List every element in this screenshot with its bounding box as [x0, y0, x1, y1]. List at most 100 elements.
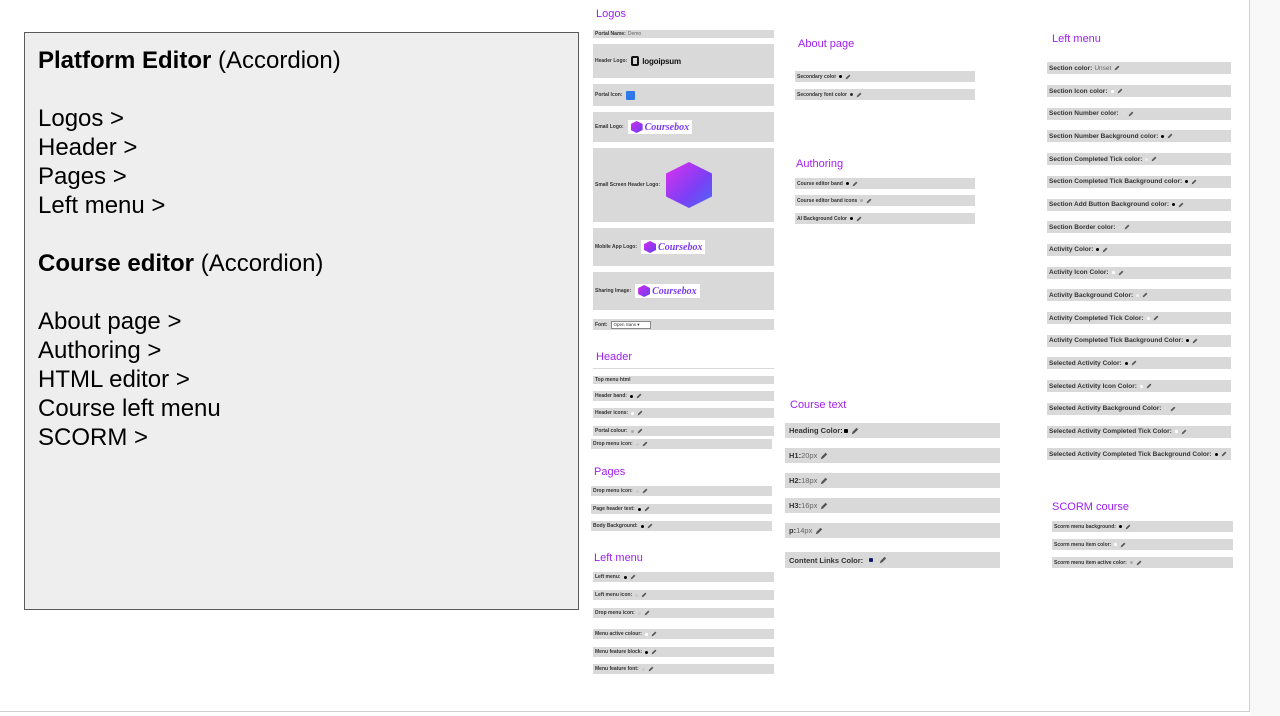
color-swatch[interactable] — [1136, 293, 1140, 297]
pencil-icon[interactable] — [641, 592, 647, 598]
pencil-icon[interactable] — [866, 198, 872, 204]
pencil-icon[interactable] — [648, 666, 654, 672]
color-swatch[interactable] — [1146, 316, 1150, 320]
left-menu-icon-field[interactable]: Left menu icon: — [593, 590, 774, 600]
pencil-icon[interactable] — [630, 574, 636, 580]
pencil-icon[interactable] — [1170, 406, 1176, 412]
pencil-icon[interactable] — [820, 477, 828, 485]
pencil-icon[interactable] — [1120, 542, 1126, 548]
course-editor-band-icons-field[interactable]: Course editor band icons — [795, 195, 975, 206]
pencil-icon[interactable] — [1181, 429, 1187, 435]
outline-item-scorm[interactable]: SCORM > — [38, 423, 148, 452]
h3-size-field[interactable]: H3: 16px — [785, 498, 1000, 513]
course-left-menu-field[interactable]: Selected Activity Background Color: — [1047, 402, 1231, 415]
color-swatch[interactable] — [1185, 180, 1189, 184]
pencil-icon[interactable] — [1124, 224, 1130, 230]
course-left-menu-field[interactable]: Section Number color: — [1047, 107, 1231, 120]
pencil-icon[interactable] — [820, 452, 828, 460]
outline-item-authoring[interactable]: Authoring > — [38, 336, 161, 365]
pencil-icon[interactable] — [820, 502, 828, 510]
pencil-icon[interactable] — [637, 410, 643, 416]
course-left-menu-field[interactable]: Selected Activity Completed Tick Backgro… — [1047, 448, 1231, 461]
pencil-icon[interactable] — [815, 527, 823, 535]
pencil-icon[interactable] — [1118, 270, 1124, 276]
course-left-menu-field[interactable]: Selected Activity Completed Tick Color: — [1047, 425, 1231, 438]
color-swatch[interactable] — [1145, 157, 1149, 161]
outline-item-pages[interactable]: Pages > — [38, 162, 127, 191]
pencil-icon[interactable] — [879, 556, 887, 564]
body-background-field[interactable]: Body Background: — [591, 521, 772, 531]
course-left-menu-field[interactable]: Section Border color: — [1047, 221, 1231, 234]
pencil-icon[interactable] — [637, 428, 643, 434]
pencil-icon[interactable] — [644, 610, 650, 616]
left-menu-drop-icon-field[interactable]: Drop menu icon: — [593, 608, 774, 618]
outline-item-header[interactable]: Header > — [38, 133, 137, 162]
pencil-icon[interactable] — [852, 181, 858, 187]
header-logo-field[interactable]: Header Logo: logoipsum — [593, 44, 774, 78]
pencil-icon[interactable] — [1142, 292, 1148, 298]
secondary-color-field[interactable]: Secondary color — [795, 71, 975, 82]
font-select[interactable]: Open Sans ▾ — [610, 320, 651, 329]
course-left-menu-field[interactable]: Selected Activity Color: — [1047, 357, 1231, 370]
pencil-icon[interactable] — [1125, 524, 1131, 530]
outline-item-about-page[interactable]: About page > — [38, 307, 181, 336]
page-header-text-field[interactable]: Page header text: — [591, 504, 772, 514]
course-left-menu-field[interactable]: Section Icon color: — [1047, 85, 1231, 97]
header-band-field[interactable]: Header band: — [593, 391, 774, 401]
course-left-menu-field[interactable]: Activity Completed Tick Color: — [1047, 312, 1231, 324]
color-swatch[interactable] — [1124, 361, 1128, 365]
color-swatch[interactable] — [1174, 430, 1178, 433]
pencil-icon[interactable] — [851, 427, 859, 435]
pencil-icon[interactable] — [1128, 111, 1134, 117]
pencil-icon[interactable] — [1151, 156, 1157, 162]
color-swatch[interactable] — [1110, 89, 1114, 93]
content-links-color-field[interactable]: Content Links Color: — [785, 552, 1000, 568]
pencil-icon[interactable] — [1102, 247, 1108, 253]
color-swatch[interactable] — [1139, 384, 1143, 388]
pencil-icon[interactable] — [647, 523, 653, 529]
scorm-menu-item-active-color-field[interactable]: Scorm menu item active color: — [1052, 557, 1233, 568]
pencil-icon[interactable] — [642, 441, 648, 447]
course-left-menu-field[interactable]: Section Completed Tick Background color: — [1047, 175, 1231, 188]
color-swatch[interactable] — [1172, 203, 1176, 206]
top-menu-html-field[interactable]: Top menu html — [593, 376, 774, 384]
mobile-app-logo-field[interactable]: Mobile App Logo: Coursebox — [593, 228, 774, 266]
pencil-icon[interactable] — [651, 631, 657, 637]
color-swatch[interactable] — [1164, 407, 1168, 411]
pages-drop-menu-icon-field[interactable]: Drop menu icon: — [591, 486, 772, 496]
pencil-icon[interactable] — [856, 216, 862, 222]
outline-item-html-editor[interactable]: HTML editor > — [38, 365, 190, 394]
p-size-field[interactable]: p: 14px — [785, 523, 1000, 538]
course-left-menu-field[interactable]: Section Add Button Background color: — [1047, 198, 1231, 211]
course-left-menu-field[interactable]: Activity Color: — [1047, 243, 1231, 256]
menu-feature-block-field[interactable]: Menu feature block: — [593, 647, 774, 657]
color-swatch[interactable] — [1121, 112, 1125, 116]
course-left-menu-field[interactable]: Selected Activity Icon Color: — [1047, 380, 1231, 393]
left-menu-field[interactable]: Left menu: — [593, 572, 774, 582]
pencil-icon[interactable] — [1146, 383, 1152, 389]
color-swatch[interactable] — [1118, 225, 1122, 229]
course-left-menu-field[interactable]: Activity Completed Tick Background Color… — [1047, 334, 1231, 347]
pencil-icon[interactable] — [1114, 65, 1120, 71]
pencil-icon[interactable] — [1221, 451, 1227, 457]
pencil-icon[interactable] — [1192, 338, 1198, 344]
pencil-icon[interactable] — [1167, 133, 1173, 139]
menu-active-colour-field[interactable]: Menu active colour: — [593, 629, 774, 639]
pencil-icon[interactable] — [1136, 560, 1142, 566]
h2-size-field[interactable]: H2: 18px — [785, 473, 1000, 488]
sharing-image-field[interactable]: Sharing Image: Coursebox — [593, 272, 774, 310]
course-left-menu-field[interactable]: Activity Icon Color: — [1047, 266, 1231, 279]
outline-item-course-left-menu[interactable]: Course left menu — [38, 394, 221, 423]
scorm-menu-background-field[interactable]: Scorm menu background: — [1052, 521, 1233, 532]
outline-item-left-menu[interactable]: Left menu > — [38, 191, 165, 220]
pencil-icon[interactable] — [642, 488, 648, 494]
menu-feature-font-field[interactable]: Menu feature font: — [593, 664, 774, 674]
heading-color-field[interactable]: Heading Color: — [785, 423, 1000, 438]
scorm-menu-item-color-field[interactable]: Scorm menu item color: — [1052, 539, 1233, 550]
color-swatch[interactable] — [1161, 134, 1165, 138]
color-swatch[interactable] — [1096, 248, 1100, 252]
pencil-icon[interactable] — [644, 506, 650, 512]
portal-icon-field[interactable]: Portal Icon: — [593, 84, 774, 106]
pencil-icon[interactable] — [1153, 315, 1159, 321]
outline-item-logos[interactable]: Logos > — [38, 104, 124, 133]
